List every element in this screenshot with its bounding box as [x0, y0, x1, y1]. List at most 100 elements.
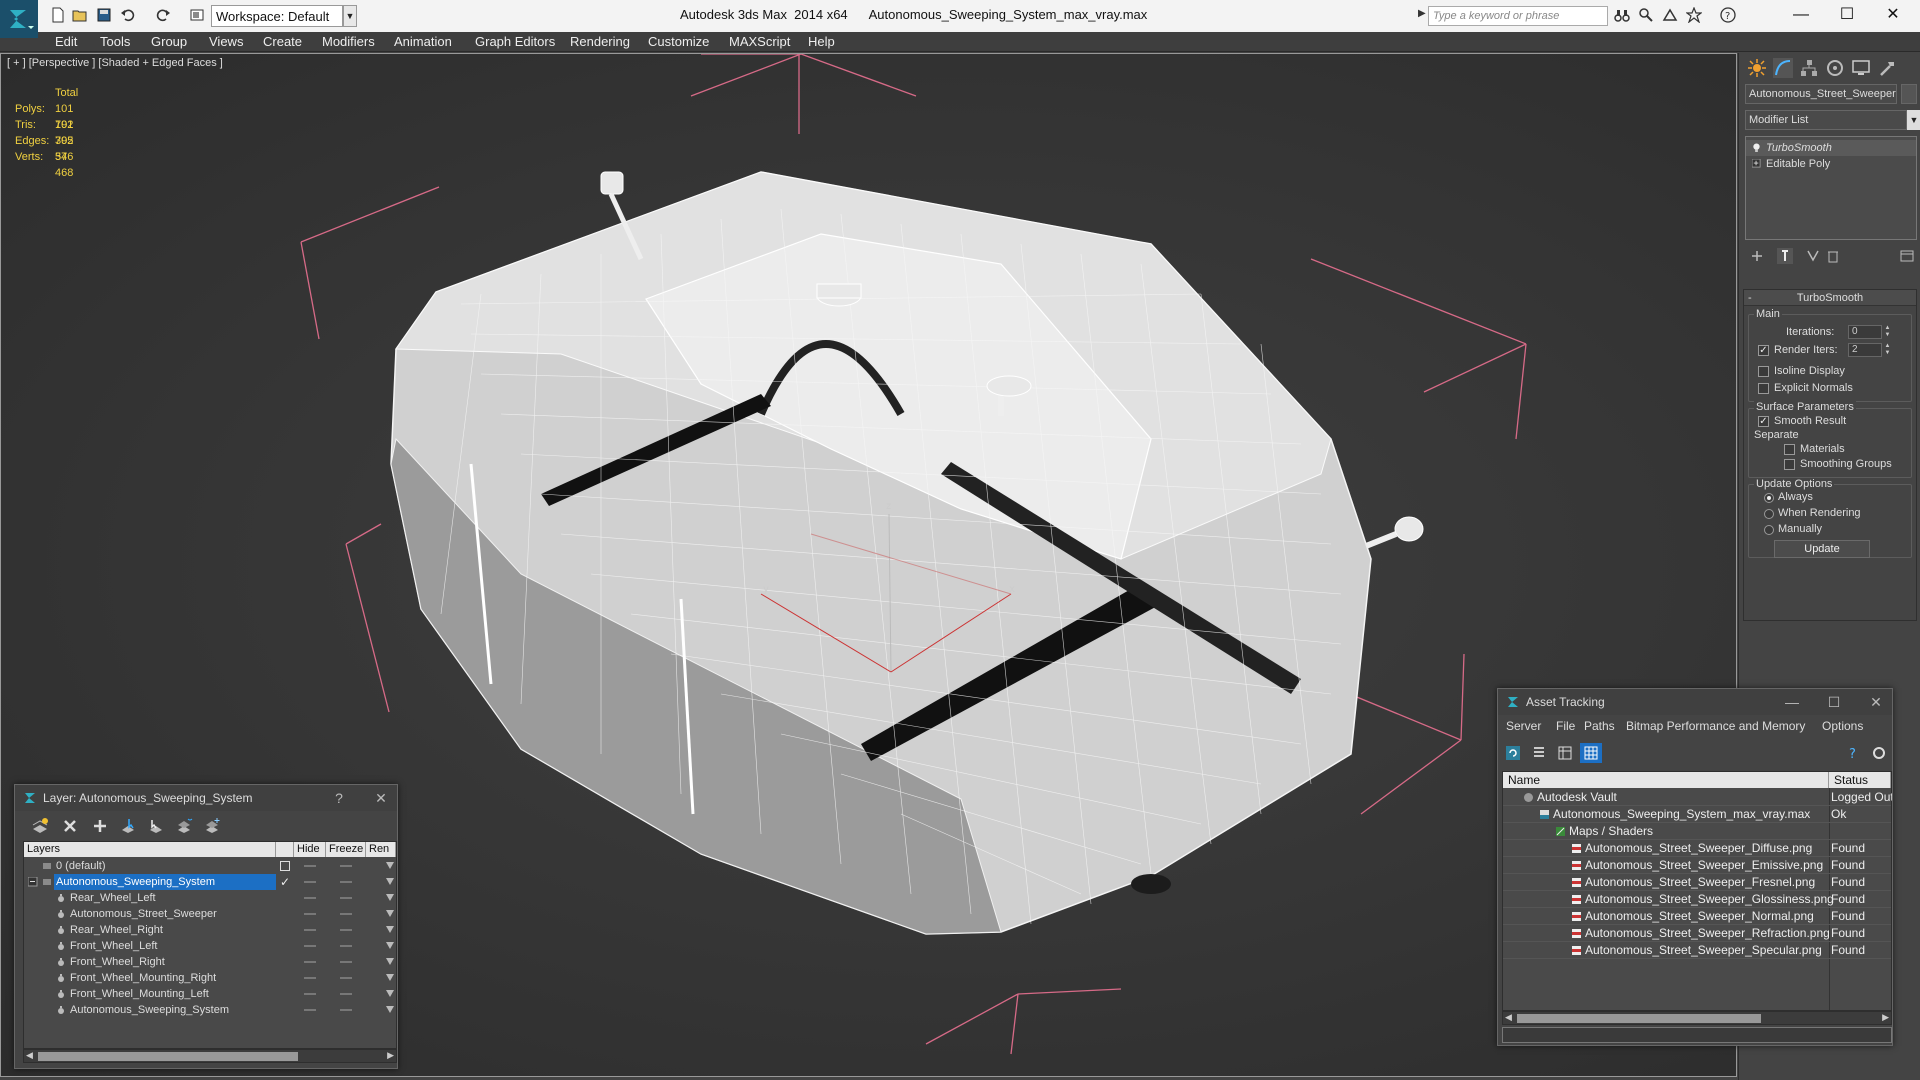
list-view-icon[interactable]: [1528, 743, 1550, 763]
iterations-spinner-arrows-icon[interactable]: ▲ ▼: [1883, 325, 1892, 339]
workspace-dropdown-icon[interactable]: ▼: [343, 5, 357, 27]
menu-edit[interactable]: Edit: [55, 32, 77, 52]
configure-modifier-sets-icon[interactable]: [1897, 247, 1917, 265]
hide-toggle[interactable]: [304, 929, 316, 931]
freeze-toggle[interactable]: [340, 865, 352, 867]
undo-icon[interactable]: [120, 7, 136, 23]
freeze-toggle[interactable]: [340, 945, 352, 947]
layer-row[interactable]: Autonomous_Street_Sweeper: [24, 906, 396, 922]
collapse-minus-icon[interactable]: [28, 877, 38, 887]
highlight-selected-layer-icon[interactable]: [145, 816, 167, 836]
object-color-swatch[interactable]: [1901, 84, 1917, 104]
render-toggle-icon[interactable]: [386, 974, 394, 981]
scroll-right-icon[interactable]: ▶: [387, 1050, 394, 1061]
subscription-icon[interactable]: [1638, 7, 1654, 23]
asset-row[interactable]: Autodesk Vault Logged Out: [1503, 789, 1892, 806]
layer-row[interactable]: Autonomous_Sweeping_System: [24, 1002, 396, 1018]
delete-layer-icon[interactable]: [59, 816, 81, 836]
freeze-toggle[interactable]: [340, 881, 352, 883]
explicit-normals-checkbox[interactable]: [1758, 383, 1769, 394]
update-button[interactable]: Update: [1774, 540, 1870, 558]
expand-plus-icon[interactable]: [1752, 159, 1761, 168]
viewport-label[interactable]: [ + ] [Perspective ] [Shaded + Edged Fac…: [7, 57, 223, 69]
utilities-tab-hammer-icon[interactable]: [1875, 57, 1899, 79]
search-expand-icon[interactable]: ▶: [1418, 8, 1426, 19]
window-close-button[interactable]: ✕: [1870, 2, 1916, 28]
layer-row[interactable]: Front_Wheel_Left: [24, 938, 396, 954]
render-toggle-icon[interactable]: [386, 894, 394, 901]
new-file-icon[interactable]: [50, 7, 66, 23]
freeze-toggle[interactable]: [340, 993, 352, 995]
hide-toggle[interactable]: [304, 897, 316, 899]
render-column-header[interactable]: Ren: [366, 842, 396, 857]
asset-settings-icon[interactable]: [1868, 743, 1890, 763]
hide-unhide-all-layers-icon[interactable]: [173, 816, 195, 836]
favorites-star-icon[interactable]: [1685, 6, 1703, 24]
freeze-column-header[interactable]: Freeze: [326, 842, 366, 857]
freeze-toggle[interactable]: [340, 1009, 352, 1011]
grid-view-icon[interactable]: [1580, 743, 1602, 763]
object-name-field[interactable]: Autonomous_Street_Sweeper: [1745, 84, 1897, 104]
render-toggle-icon[interactable]: [386, 958, 394, 965]
iterations-spinner[interactable]: 0: [1848, 325, 1882, 339]
menu-maxscript[interactable]: MAXScript: [729, 32, 790, 52]
layer-row[interactable]: Rear_Wheel_Left: [24, 890, 396, 906]
modifier-list-dropdown[interactable]: Modifier List: [1745, 110, 1907, 130]
modify-tab-curve-icon[interactable]: [1771, 57, 1795, 79]
create-layer-icon[interactable]: [29, 816, 51, 836]
table-view-icon[interactable]: [1554, 743, 1576, 763]
render-toggle-icon[interactable]: [386, 862, 394, 869]
asset-row[interactable]: Autonomous_Street_Sweeper_Fresnel.png Fo…: [1503, 874, 1891, 891]
asset-row[interactable]: Maps / Shaders: [1503, 823, 1891, 840]
menu-rendering[interactable]: Rendering: [570, 32, 630, 52]
window-minimize-button[interactable]: —: [1778, 2, 1824, 28]
render-toggle-icon[interactable]: [386, 1006, 394, 1013]
isoline-display-checkbox[interactable]: [1758, 366, 1769, 377]
hide-toggle[interactable]: [304, 913, 316, 915]
freeze-unfreeze-all-layers-icon[interactable]: [201, 816, 223, 836]
hide-toggle[interactable]: [304, 961, 316, 963]
asset-dialog-maximize-button[interactable]: ☐: [1820, 689, 1848, 715]
rollout-header[interactable]: - TurboSmooth: [1744, 290, 1916, 306]
asset-row[interactable]: Autonomous_Street_Sweeper_Normal.png Fou…: [1503, 908, 1891, 925]
asset-menu-options[interactable]: Options: [1822, 719, 1863, 733]
asset-scrollbar-thumb[interactable]: [1517, 1014, 1761, 1023]
freeze-toggle[interactable]: [340, 929, 352, 931]
asset-dialog-close-button[interactable]: ✕: [1862, 689, 1890, 715]
hide-toggle[interactable]: [304, 993, 316, 995]
show-end-result-icon[interactable]: [1775, 247, 1795, 265]
menu-create[interactable]: Create: [263, 32, 302, 52]
freeze-toggle[interactable]: [340, 897, 352, 899]
stack-item-editable-poly[interactable]: Editable Poly: [1746, 156, 1916, 172]
menu-group[interactable]: Group: [151, 32, 187, 52]
display-tab-monitor-icon[interactable]: [1849, 57, 1873, 79]
hierarchy-tab-icon[interactable]: [1797, 57, 1821, 79]
app-logo-icon[interactable]: [0, 0, 38, 38]
freeze-toggle[interactable]: [340, 913, 352, 915]
freeze-toggle[interactable]: [340, 977, 352, 979]
asset-row[interactable]: Autonomous_Street_Sweeper_Refraction.png…: [1503, 925, 1891, 942]
select-objects-in-layer-icon[interactable]: [117, 816, 139, 836]
workspace-select[interactable]: Workspace: Default: [211, 5, 343, 27]
add-to-layer-icon[interactable]: [89, 816, 111, 836]
layer-row[interactable]: Front_Wheel_Right: [24, 954, 396, 970]
open-file-icon[interactable]: [72, 7, 88, 23]
menu-modifiers[interactable]: Modifiers: [322, 32, 375, 52]
status-column-header[interactable]: Status: [1829, 772, 1891, 788]
hide-toggle[interactable]: [304, 945, 316, 947]
current-layer-check-icon[interactable]: ✓: [280, 874, 290, 889]
render-toggle-icon[interactable]: [386, 942, 394, 949]
layer-row[interactable]: Autonomous_Sweeping_System ✓: [24, 874, 396, 890]
menu-help[interactable]: Help: [808, 32, 835, 52]
layer-dialog-titlebar[interactable]: Layer: Autonomous_Sweeping_System ? ✕: [15, 785, 397, 811]
save-icon[interactable]: [96, 7, 112, 23]
communication-icon[interactable]: [1662, 7, 1678, 23]
asset-row[interactable]: Autonomous_Street_Sweeper_Glossiness.png…: [1503, 891, 1891, 908]
render-toggle-icon[interactable]: [386, 926, 394, 933]
asset-menu-file[interactable]: File: [1556, 719, 1575, 733]
asset-menu-server[interactable]: Server: [1506, 719, 1541, 733]
render-iters-checkbox[interactable]: ✓: [1758, 345, 1769, 356]
layer-row[interactable]: Front_Wheel_Mounting_Right: [24, 970, 396, 986]
layer-row[interactable]: Rear_Wheel_Right: [24, 922, 396, 938]
remove-modifier-icon[interactable]: [1823, 247, 1843, 265]
